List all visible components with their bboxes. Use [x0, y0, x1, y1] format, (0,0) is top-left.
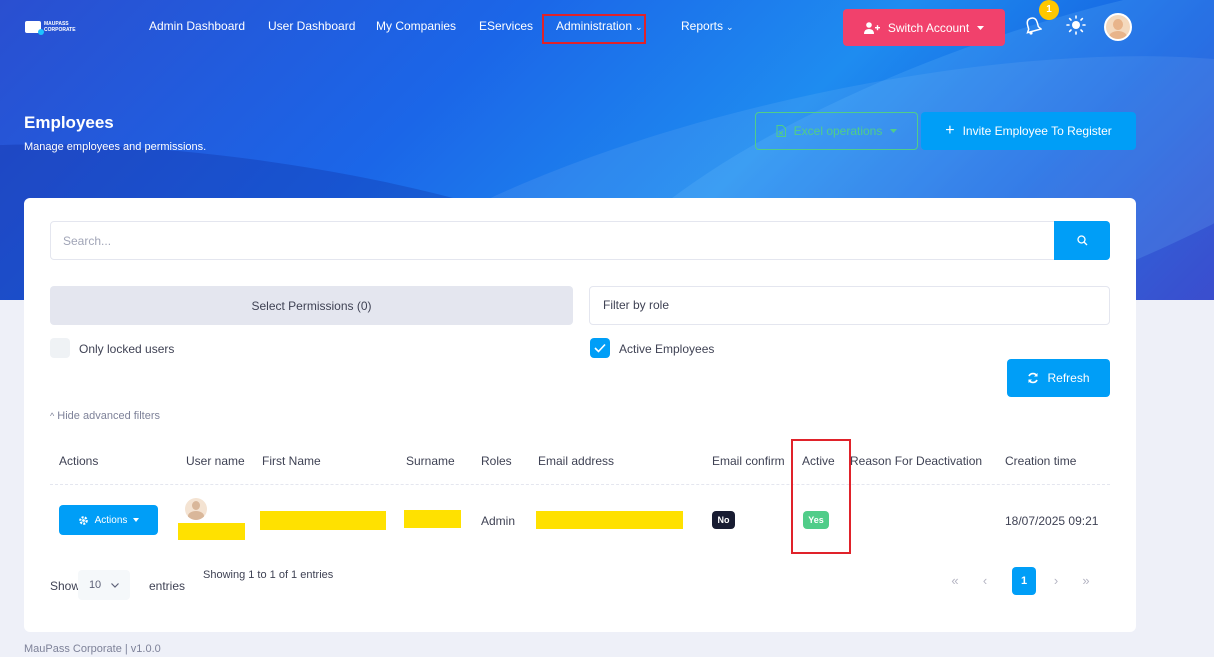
footer-version: MauPass Corporate | v1.0.0 — [24, 643, 161, 655]
hide-advanced-filters-link[interactable]: ^ Hide advanced filters — [50, 410, 160, 422]
maupass-logo[interactable]: MAUPASS CORPORATE — [25, 18, 80, 36]
employees-card: Select Permissions (0) Filter by role On… — [24, 198, 1136, 632]
pagination-next-button[interactable]: › — [1044, 567, 1068, 595]
switch-account-button[interactable]: Switch Account — [843, 9, 1005, 46]
pagination-last-button[interactable]: » — [1074, 567, 1098, 595]
refresh-label: Refresh — [1047, 371, 1090, 385]
check-icon — [594, 343, 606, 353]
column-header-roles[interactable]: Roles — [481, 454, 512, 468]
notification-count-badge: 1 — [1039, 0, 1059, 20]
row-creation-time-cell: 18/07/2025 09:21 — [1005, 514, 1099, 528]
page-length-select[interactable]: 10 — [78, 570, 130, 600]
column-header-surname[interactable]: Surname — [406, 454, 455, 468]
logo-mark-icon — [25, 21, 44, 35]
chevron-down-icon: ⌄ — [726, 22, 734, 32]
only-locked-checkbox[interactable] — [50, 338, 70, 358]
select-permissions-button[interactable]: Select Permissions (0) — [50, 286, 573, 325]
only-locked-label: Only locked users — [79, 342, 175, 356]
column-header-creation-time[interactable]: Creation time — [1005, 454, 1076, 468]
column-header-email-confirm[interactable]: Email confirm — [712, 454, 785, 468]
chevron-up-icon: ^ — [50, 411, 55, 421]
nav-user-dashboard[interactable]: User Dashboard — [268, 19, 355, 33]
column-header-username[interactable]: User name — [186, 454, 245, 468]
search-input[interactable] — [63, 222, 1043, 259]
highlight-box-administration — [542, 14, 646, 44]
email-confirm-badge: No — [712, 511, 735, 529]
excel-operations-label: Excel operations — [793, 124, 883, 138]
refresh-button[interactable]: Refresh — [1007, 359, 1110, 397]
invite-employee-label: Invite Employee To Register — [962, 124, 1112, 138]
row-actions-label: Actions — [94, 514, 128, 526]
row-actions-button[interactable]: Actions — [59, 505, 158, 535]
search-button[interactable] — [1054, 221, 1110, 260]
theme-toggle-sun-icon[interactable] — [1066, 15, 1086, 41]
nav-reports[interactable]: Reports ⌄ — [681, 19, 734, 33]
search-icon — [1076, 235, 1087, 246]
caret-down-icon — [890, 129, 898, 133]
logo-text-line2: CORPORATE — [44, 27, 76, 33]
add-user-icon — [863, 21, 880, 34]
user-avatar[interactable] — [1104, 13, 1132, 41]
pagination-page-1[interactable]: 1 — [1012, 567, 1036, 595]
refresh-icon — [1028, 372, 1039, 384]
showing-entries-text: Showing 1 to 1 of 1 entries — [203, 569, 334, 581]
hide-advanced-filters-label: Hide advanced filters — [57, 410, 161, 422]
nav-my-companies[interactable]: My Companies — [376, 19, 456, 33]
row-roles-cell: Admin — [481, 514, 516, 528]
page-subtitle: Manage employees and permissions. — [24, 141, 207, 153]
highlight-box-active-column — [791, 439, 851, 554]
redacted-surname — [404, 510, 461, 528]
gear-icon — [78, 515, 88, 525]
column-header-email[interactable]: Email address — [538, 454, 614, 468]
table-header-divider — [50, 484, 1110, 485]
column-header-actions[interactable]: Actions — [59, 454, 98, 468]
redacted-username — [178, 523, 245, 540]
bell-icon — [1026, 17, 1043, 35]
row-user-avatar — [185, 498, 207, 520]
top-navbar: MAUPASS CORPORATE Admin Dashboard User D… — [0, 0, 1214, 56]
search-bar — [50, 221, 1110, 260]
filter-by-role-select[interactable]: Filter by role — [589, 286, 1110, 325]
nav-reports-label: Reports — [681, 19, 724, 33]
show-label: Show — [50, 579, 81, 593]
caret-down-icon — [133, 518, 140, 522]
redacted-email — [536, 511, 683, 529]
column-header-firstname[interactable]: First Name — [262, 454, 321, 468]
active-employees-checkbox[interactable] — [590, 338, 610, 358]
excel-file-icon — [776, 125, 786, 137]
pagination-prev-button[interactable]: ‹ — [973, 567, 997, 595]
active-employees-label: Active Employees — [619, 342, 715, 356]
redacted-first-name — [260, 511, 386, 530]
pagination-first-button[interactable]: « — [943, 567, 967, 595]
entries-label: entries — [149, 579, 186, 593]
plus-icon: + — [945, 122, 955, 139]
invite-employee-button[interactable]: + Invite Employee To Register — [921, 112, 1136, 150]
switch-account-label: Switch Account — [887, 20, 970, 35]
page-length-value: 10 — [88, 579, 102, 591]
caret-down-icon — [977, 25, 985, 30]
chevron-down-icon — [111, 582, 119, 588]
column-header-reason[interactable]: Reason For Deactivation — [850, 454, 982, 468]
nav-eservices[interactable]: EServices — [479, 19, 533, 33]
page-title: Employees — [24, 113, 114, 132]
excel-operations-button[interactable]: Excel operations — [755, 112, 918, 150]
nav-admin-dashboard[interactable]: Admin Dashboard — [149, 19, 245, 33]
notifications-bell[interactable] — [1022, 16, 1044, 38]
